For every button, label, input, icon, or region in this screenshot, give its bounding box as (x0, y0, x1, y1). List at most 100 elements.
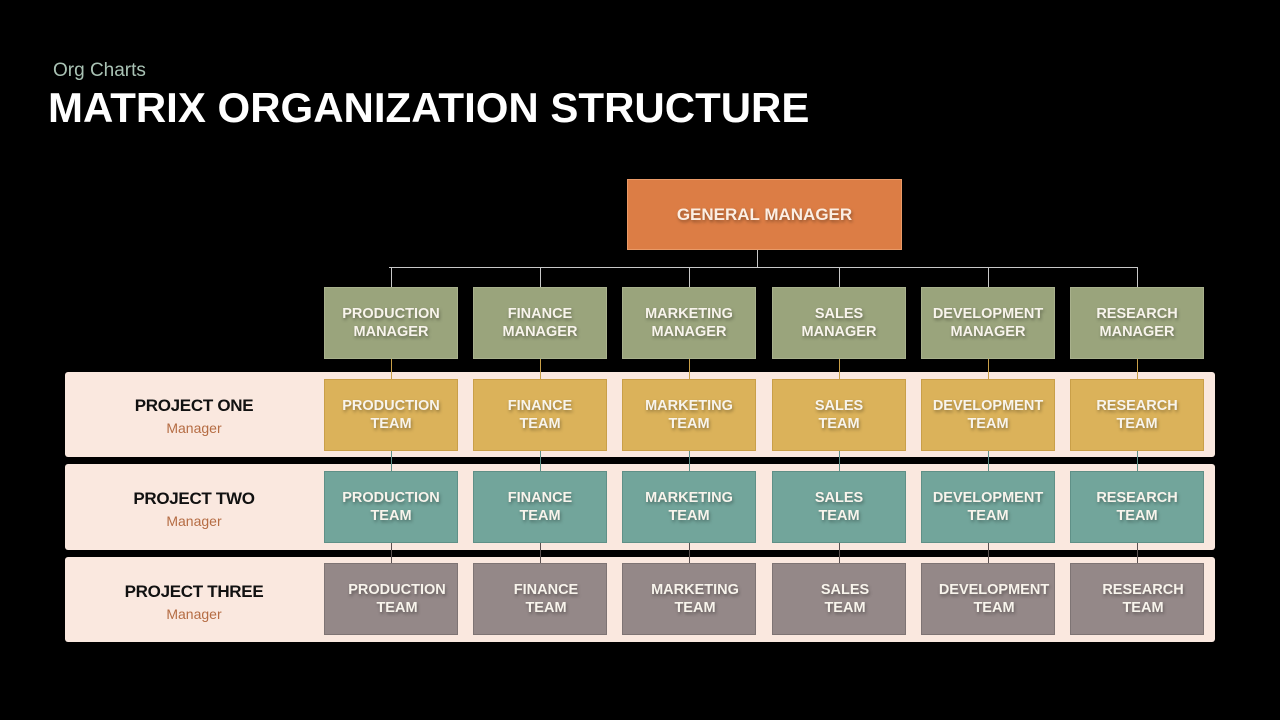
team-connector (988, 451, 989, 471)
box-label-line2: TEAM (1116, 508, 1158, 524)
project-name: PROJECT ONE (134, 396, 254, 415)
sales-team-box-project-2: SALES TEAM (772, 471, 906, 543)
production-manager-box: PRODUCTION MANAGER (324, 287, 458, 359)
box-label-line1: SALES (814, 490, 864, 506)
general-manager-label: GENERAL MANAGER (676, 204, 853, 224)
team-connector (839, 543, 840, 563)
team-connector (540, 359, 541, 379)
development-manager-box: DEVELOPMENT MANAGER (921, 287, 1055, 359)
team-connector (988, 543, 989, 563)
box-label-line1: SALES (814, 398, 864, 414)
box-label-line1: MARKETING (645, 398, 733, 414)
box-label-line1: SALES (814, 306, 864, 322)
team-connector (540, 543, 541, 563)
development-team-box-project-1: DEVELOPMENT TEAM (921, 379, 1055, 451)
box-label-line2: TEAM (818, 508, 860, 524)
marketing-manager-box: MARKETING MANAGER (622, 287, 756, 359)
team-connector (988, 359, 989, 379)
box-label-line2: TEAM (967, 508, 1009, 524)
team-connector (1137, 451, 1138, 471)
box-label-line1: PRODUCTION (348, 582, 446, 598)
box-label-line2: TEAM (674, 600, 716, 616)
box-label-line2: TEAM (1116, 416, 1158, 432)
box-label-line2: TEAM (370, 508, 412, 524)
development-team-box-project-3: DEVELOPMENT TEAM (921, 563, 1055, 635)
team-connector (689, 451, 690, 471)
box-label-line2: MANAGER (502, 324, 578, 340)
project-name: PROJECT TWO (133, 489, 255, 508)
box-label-line1: SALES (820, 582, 870, 598)
box-label-line2: TEAM (967, 416, 1009, 432)
box-label-line2: TEAM (824, 600, 866, 616)
sales-manager-box: SALES MANAGER (772, 287, 906, 359)
project-manager-role: Manager (166, 606, 222, 622)
box-label-line1: FINANCE (513, 582, 579, 598)
team-connector (540, 451, 541, 471)
box-label-line2: TEAM (973, 600, 1015, 616)
box-label-line2: TEAM (376, 600, 418, 616)
sales-team-box-project-1: SALES TEAM (772, 379, 906, 451)
box-label-line2: TEAM (370, 416, 412, 432)
box-label-line1: FINANCE (507, 490, 573, 506)
gm-connector-vertical (757, 250, 758, 268)
box-label-line1: RESEARCH (1096, 306, 1178, 322)
box-label-line1: DEVELOPMENT (932, 490, 1044, 506)
project-manager-role: Manager (166, 513, 222, 529)
project-three-label: PROJECT THREE Manager (65, 582, 323, 622)
box-label-line2: TEAM (519, 508, 561, 524)
box-label-line2: MANAGER (1099, 324, 1175, 340)
manager-connector (689, 267, 690, 287)
org-subtitle: Org Charts (53, 60, 146, 81)
marketing-team-box-project-1: MARKETING TEAM (622, 379, 756, 451)
project-two-label: PROJECT TWO Manager (65, 489, 323, 529)
team-connector (391, 359, 392, 379)
research-team-box-project-1: RESEARCH TEAM (1070, 379, 1204, 451)
box-label-line1: MARKETING (651, 582, 739, 598)
team-connector (1137, 543, 1138, 563)
box-label-line2: TEAM (668, 416, 710, 432)
manager-connector (391, 267, 392, 287)
box-label-line2: TEAM (519, 416, 561, 432)
box-label-line1: RESEARCH (1096, 490, 1178, 506)
production-team-box-project-3: PRODUCTION TEAM (324, 563, 458, 635)
box-label-line2: MANAGER (801, 324, 877, 340)
team-connector (839, 451, 840, 471)
project-manager-role: Manager (166, 420, 222, 436)
box-label-line2: TEAM (1122, 600, 1164, 616)
finance-team-box-project-3: FINANCE TEAM (473, 563, 607, 635)
box-label-line2: TEAM (525, 600, 567, 616)
team-connector (391, 451, 392, 471)
production-team-box-project-1: PRODUCTION TEAM (324, 379, 458, 451)
box-label-line2: MANAGER (950, 324, 1026, 340)
manager-connector (540, 267, 541, 287)
box-label-line1: FINANCE (507, 398, 573, 414)
marketing-team-box-project-3: MARKETING TEAM (622, 563, 756, 635)
project-one-label: PROJECT ONE Manager (65, 396, 323, 436)
sales-team-box-project-3: SALES TEAM (772, 563, 906, 635)
finance-team-box-project-1: FINANCE TEAM (473, 379, 607, 451)
finance-team-box-project-2: FINANCE TEAM (473, 471, 607, 543)
box-label-line1: PRODUCTION (342, 306, 440, 322)
team-connector (689, 359, 690, 379)
manager-connector (839, 267, 840, 287)
box-label-line1: RESEARCH (1102, 582, 1184, 598)
research-team-box-project-3: RESEARCH TEAM (1070, 563, 1204, 635)
marketing-team-box-project-2: MARKETING TEAM (622, 471, 756, 543)
box-label-line1: MARKETING (645, 490, 733, 506)
research-manager-box: RESEARCH MANAGER (1070, 287, 1204, 359)
box-label-line1: DEVELOPMENT (938, 582, 1050, 598)
box-label-line1: DEVELOPMENT (932, 306, 1044, 322)
gm-connector-horizontal (389, 267, 1138, 268)
manager-connector (1137, 267, 1138, 287)
box-label-line2: TEAM (818, 416, 860, 432)
page-title: MATRIX ORGANIZATION STRUCTURE (48, 84, 810, 131)
finance-manager-box: FINANCE MANAGER (473, 287, 607, 359)
team-connector (689, 543, 690, 563)
project-name: PROJECT THREE (124, 582, 264, 601)
box-label-line1: RESEARCH (1096, 398, 1178, 414)
box-label-line1: PRODUCTION (342, 398, 440, 414)
box-label-line2: MANAGER (651, 324, 727, 340)
box-label-line2: MANAGER (353, 324, 429, 340)
manager-connector (988, 267, 989, 287)
box-label-line2: TEAM (668, 508, 710, 524)
